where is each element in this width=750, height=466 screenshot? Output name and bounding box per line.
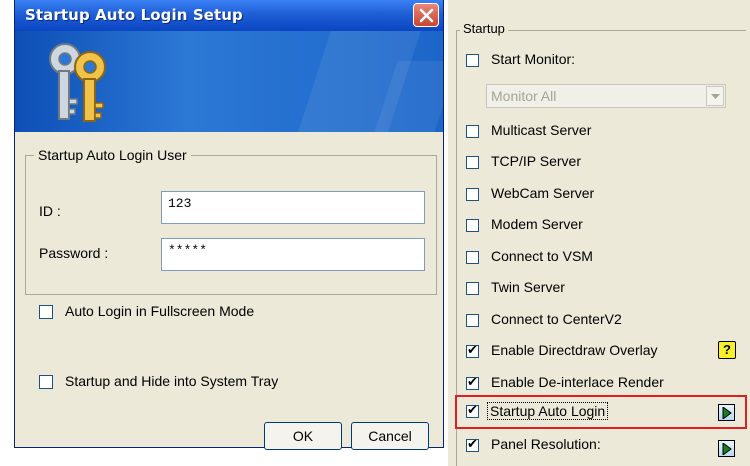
highlight-box: [455, 395, 747, 429]
login-user-groupbox: Startup Auto Login User: [25, 147, 437, 295]
connect-vsm-label: Connect to VSM: [491, 248, 593, 264]
fullscreen-label: Auto Login in Fullscreen Mode: [65, 303, 255, 319]
chevron-down-icon: [711, 94, 720, 99]
close-icon: [419, 8, 434, 23]
panel-resolution-settings-button[interactable]: [718, 440, 735, 457]
play-arrow-icon: [722, 443, 732, 455]
tcpip-server-label: TCP/IP Server: [491, 153, 581, 169]
directdraw-overlay-label: Enable Directdraw Overlay: [491, 342, 658, 358]
multicast-server-checkbox[interactable]: [466, 125, 479, 138]
start-monitor-checkbox[interactable]: [466, 54, 479, 67]
fullscreen-checkbox[interactable]: [39, 305, 53, 319]
tcpip-server-checkbox[interactable]: [466, 156, 479, 169]
check-icon: ✔: [467, 375, 478, 390]
system-tray-checkbox[interactable]: [39, 375, 53, 389]
modem-server-checkbox[interactable]: [466, 219, 479, 232]
close-button[interactable]: [413, 3, 439, 27]
ok-button[interactable]: OK: [264, 422, 342, 450]
cancel-button[interactable]: Cancel: [351, 422, 429, 450]
connect-centerv2-checkbox[interactable]: [466, 314, 479, 327]
directdraw-overlay-checkbox[interactable]: ✔: [466, 343, 479, 358]
deinterlace-render-checkbox[interactable]: ✔: [466, 375, 479, 390]
password-field[interactable]: *****: [161, 238, 425, 271]
modem-server-label: Modem Server: [491, 216, 583, 232]
deinterlace-render-label: Enable De-interlace Render: [491, 374, 664, 390]
system-tray-label: Startup and Hide into System Tray: [65, 373, 279, 389]
help-icon[interactable]: ?: [718, 341, 736, 359]
check-icon: ✔: [467, 343, 478, 358]
password-label: Password :: [39, 245, 109, 261]
panel-resolution-checkbox[interactable]: ✔: [466, 437, 479, 452]
startup-auto-login-dialog: Startup Auto Login Setup Startup Auto Lo…: [14, 0, 444, 450]
webcam-server-label: WebCam Server: [491, 185, 595, 201]
connect-centerv2-label: Connect to CenterV2: [491, 311, 622, 327]
check-icon: ✔: [467, 437, 478, 452]
id-field[interactable]: 123: [161, 191, 425, 224]
start-monitor-label: Start Monitor:: [491, 51, 576, 67]
dialog-titlebar: Startup Auto Login Setup: [15, 0, 443, 31]
startup-group-title: Startup: [460, 21, 508, 36]
webcam-server-checkbox[interactable]: [466, 188, 479, 201]
connect-vsm-checkbox[interactable]: [466, 251, 479, 264]
keys-icon: [49, 43, 106, 122]
monitor-select[interactable]: Monitor All: [486, 84, 726, 108]
dialog-banner: [15, 31, 443, 132]
dialog-title: Startup Auto Login Setup: [25, 6, 243, 24]
twin-server-label: Twin Server: [491, 279, 565, 295]
id-label: ID :: [39, 203, 61, 219]
multicast-server-label: Multicast Server: [491, 122, 592, 138]
monitor-select-value: Monitor All: [491, 88, 557, 104]
login-user-group-title: Startup Auto Login User: [34, 147, 191, 163]
monitor-select-dropdown[interactable]: [706, 86, 724, 106]
panel-resolution-label: Panel Resolution:: [491, 436, 601, 452]
twin-server-checkbox[interactable]: [466, 282, 479, 295]
